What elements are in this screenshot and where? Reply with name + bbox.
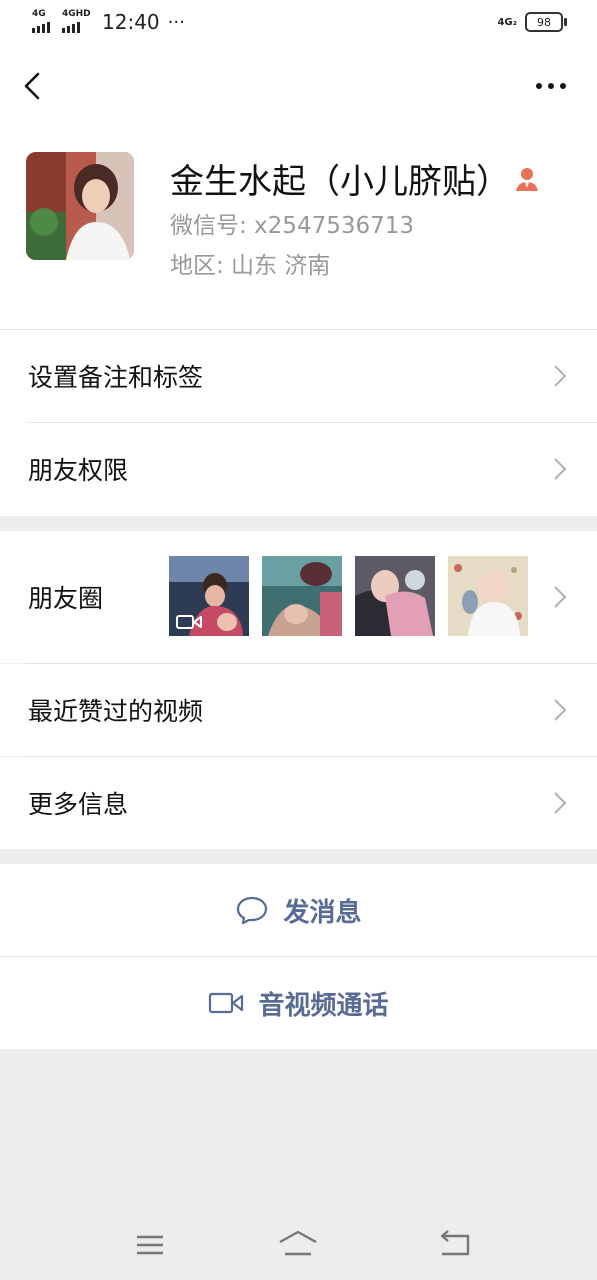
- sim1-signal-icon: 4G: [32, 9, 56, 33]
- chevron-right-icon: [554, 699, 567, 721]
- avatar[interactable]: [26, 152, 134, 260]
- send-message-label: 发消息: [283, 897, 362, 928]
- back-nav-icon[interactable]: [434, 1228, 474, 1262]
- sim2-signal-icon: 4GHD: [62, 9, 92, 33]
- more-button[interactable]: [531, 74, 571, 98]
- profile-card: 金生水起（小儿脐贴） 微信号: x2547536713 地区: 山东 济南 设置…: [0, 46, 597, 516]
- battery-icon: 98: [525, 12, 567, 32]
- av-call-label: 音视频通话: [258, 990, 389, 1021]
- back-button[interactable]: [16, 68, 52, 104]
- moments-photo: [355, 556, 435, 636]
- moments-photos: [169, 556, 528, 636]
- friend-permissions-label: 朋友权限: [28, 456, 129, 485]
- video-camera-icon: [176, 615, 202, 629]
- remark-tags-row[interactable]: 设置备注和标签: [0, 330, 597, 422]
- status-more-indicator: ···: [167, 11, 185, 33]
- video-call-icon: [209, 992, 244, 1014]
- recent-liked-videos-row[interactable]: 最近赞过的视频: [0, 664, 597, 756]
- moments-photo: [262, 556, 342, 636]
- sim2-label: 4GHD: [62, 9, 91, 19]
- menu-icon[interactable]: [130, 1228, 170, 1262]
- more-info-label: 更多信息: [28, 790, 129, 819]
- ellipsis-icon: [536, 83, 566, 89]
- av-call-button[interactable]: 音视频通话: [0, 957, 597, 1049]
- profile-name: 金生水起（小儿脐贴）: [170, 162, 510, 202]
- sim1-label: 4G: [32, 9, 46, 19]
- status-bar: 4G 4GHD 12:40 ··· 4G₂ 98: [0, 0, 597, 46]
- region: 地区: 山东 济南: [170, 253, 331, 279]
- home-icon[interactable]: [278, 1228, 318, 1262]
- moments-photo: [448, 556, 528, 636]
- status-left: 4G 4GHD 12:40 ···: [32, 9, 185, 34]
- chevron-right-icon: [554, 586, 567, 608]
- chevron-right-icon: [554, 458, 567, 480]
- battery-level: 98: [537, 15, 551, 29]
- wechat-id: 微信号: x2547536713: [170, 213, 415, 239]
- more-info-row[interactable]: 更多信息: [0, 757, 597, 849]
- chevron-right-icon: [554, 792, 567, 814]
- moments-row[interactable]: 朋友圈: [0, 531, 597, 663]
- recent-liked-videos-label: 最近赞过的视频: [28, 697, 204, 726]
- remark-tags-label: 设置备注和标签: [28, 363, 204, 392]
- friend-permissions-row[interactable]: 朋友权限: [0, 423, 597, 515]
- system-nav-bar: [0, 1210, 597, 1280]
- profile-name-row: 金生水起（小儿脐贴）: [170, 154, 542, 203]
- chevron-left-icon: [24, 72, 40, 100]
- chat-bubble-icon: [237, 896, 268, 925]
- avatar-image: [26, 152, 134, 260]
- status-time: 12:40: [102, 10, 160, 34]
- person-icon: [516, 167, 538, 191]
- network-indicator: 4G₂: [497, 16, 517, 28]
- send-message-button[interactable]: 发消息: [0, 864, 597, 956]
- chevron-right-icon: [554, 365, 567, 387]
- status-right: 4G₂ 98: [497, 12, 567, 32]
- moments-photo: [169, 556, 249, 636]
- moments-label: 朋友圈: [28, 584, 104, 613]
